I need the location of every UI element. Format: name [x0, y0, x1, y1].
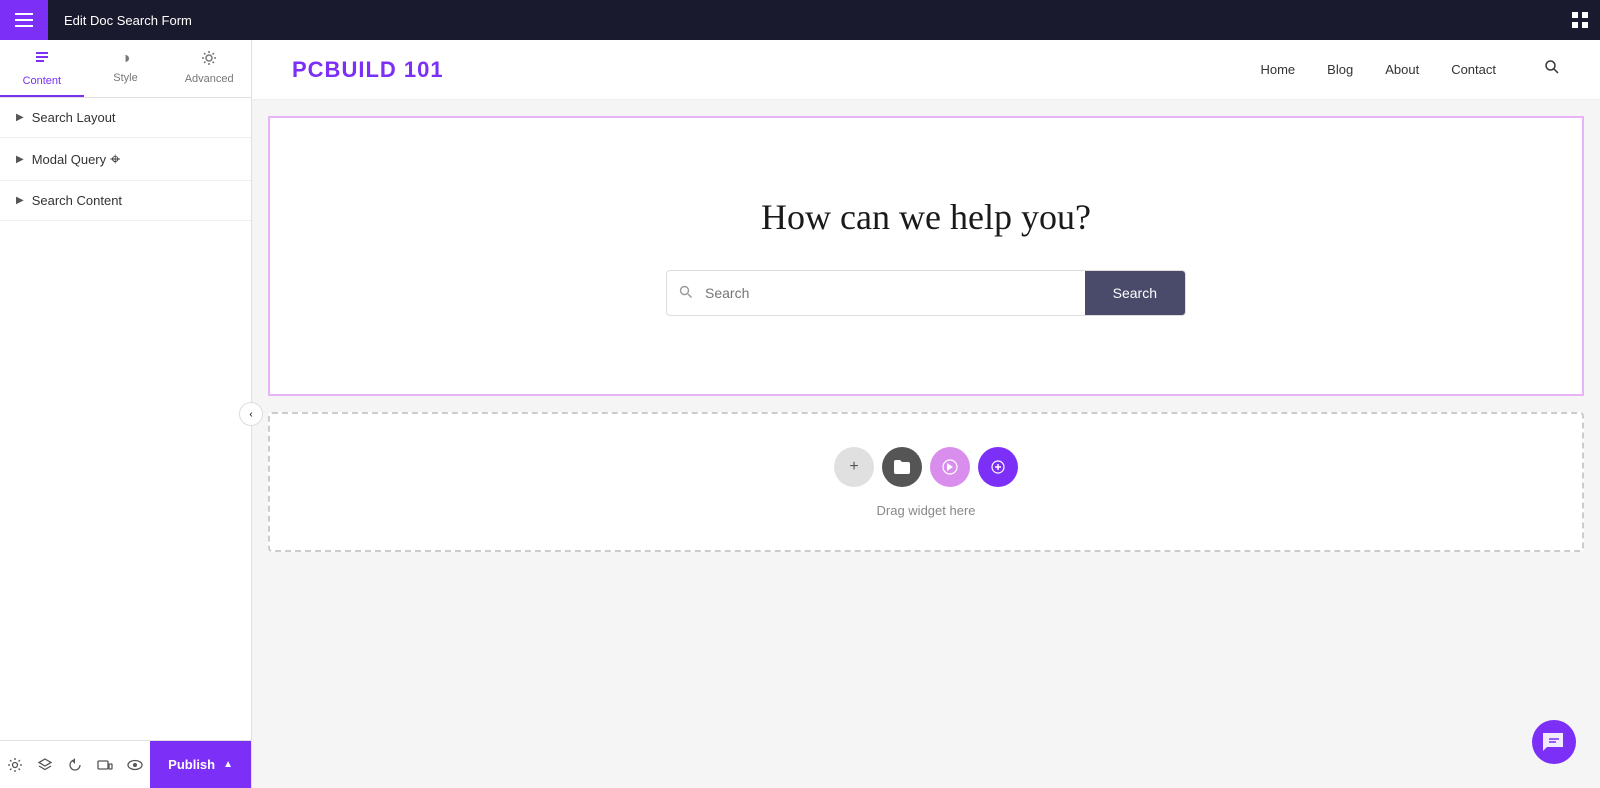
chevron-right-icon-3: ▶: [16, 195, 24, 206]
widget-folder-button[interactable]: [882, 447, 922, 487]
nav-search-icon[interactable]: [1544, 59, 1560, 80]
tab-content[interactable]: Content: [0, 40, 84, 97]
tab-advanced[interactable]: Advanced: [167, 40, 251, 97]
tab-advanced-label: Advanced: [185, 73, 234, 85]
chat-bubble-button[interactable]: [1532, 720, 1576, 764]
search-input[interactable]: [705, 271, 1085, 315]
chevron-right-icon-2: ▶: [16, 154, 24, 165]
main-layout: Content ◑ Style Advanced ▶ Search Layout…: [0, 40, 1600, 788]
cursor-pointer: ⌖: [110, 150, 120, 168]
search-heading: How can we help you?: [761, 196, 1091, 238]
sidebar-tabs: Content ◑ Style Advanced: [0, 40, 251, 98]
advanced-icon: [201, 50, 217, 69]
drop-zone-label: Drag widget here: [877, 503, 976, 518]
preview-tool-button[interactable]: [120, 741, 150, 788]
site-top-bar: PCBUILD 101 Home Blog About Contact: [252, 40, 1600, 100]
drop-zone: + Drag widget here: [268, 412, 1584, 552]
sidebar-section-search-layout[interactable]: ▶ Search Layout: [0, 98, 251, 138]
menu-icon[interactable]: [0, 0, 48, 40]
search-bar-icon: [667, 285, 705, 302]
publish-button[interactable]: Publish ▲: [150, 741, 251, 788]
search-bar: Search: [666, 270, 1186, 316]
content-icon: [34, 50, 50, 71]
nav-contact[interactable]: Contact: [1451, 62, 1496, 77]
history-tool-button[interactable]: [60, 741, 90, 788]
tab-style-label: Style: [113, 72, 137, 84]
tab-style[interactable]: ◑ Style: [84, 40, 168, 97]
settings-tool-button[interactable]: [0, 741, 30, 788]
drop-zone-buttons: +: [834, 447, 1018, 487]
nav-about[interactable]: About: [1385, 62, 1419, 77]
top-bar: Edit Doc Search Form: [0, 0, 1600, 40]
canvas-area: PCBUILD 101 Home Blog About Contact How …: [252, 40, 1600, 788]
elementor-button[interactable]: [930, 447, 970, 487]
chevron-right-icon: ▶: [16, 112, 24, 123]
publish-label: Publish: [168, 757, 215, 772]
nav-home[interactable]: Home: [1260, 62, 1295, 77]
section-search-content-label: Search Content: [32, 193, 122, 208]
sidebar: Content ◑ Style Advanced ▶ Search Layout…: [0, 40, 252, 788]
grid-icon[interactable]: [1560, 0, 1600, 40]
site-logo: PCBUILD 101: [292, 57, 1260, 83]
plugin-button[interactable]: [978, 447, 1018, 487]
site-nav: Home Blog About Contact: [1260, 59, 1560, 80]
responsive-tool-button[interactable]: [90, 741, 120, 788]
section-modal-query-label: Modal Query: [32, 152, 106, 167]
add-widget-button[interactable]: +: [834, 447, 874, 487]
bottom-toolbar: Publish ▲: [0, 740, 251, 788]
sidebar-section-search-content[interactable]: ▶ Search Content: [0, 181, 251, 221]
search-widget-section: How can we help you? Search: [268, 116, 1584, 396]
search-button[interactable]: Search: [1085, 271, 1185, 315]
sidebar-collapse-button[interactable]: ‹: [239, 402, 263, 426]
layers-tool-button[interactable]: [30, 741, 60, 788]
section-search-layout-label: Search Layout: [32, 110, 116, 125]
chevron-up-icon: ▲: [223, 759, 233, 770]
sidebar-section-modal-query[interactable]: ▶ Modal Query ⌖: [0, 138, 251, 181]
page-title: Edit Doc Search Form: [48, 13, 1560, 28]
nav-blog[interactable]: Blog: [1327, 62, 1353, 77]
style-icon: ◑: [121, 50, 131, 68]
tab-content-label: Content: [23, 75, 62, 87]
